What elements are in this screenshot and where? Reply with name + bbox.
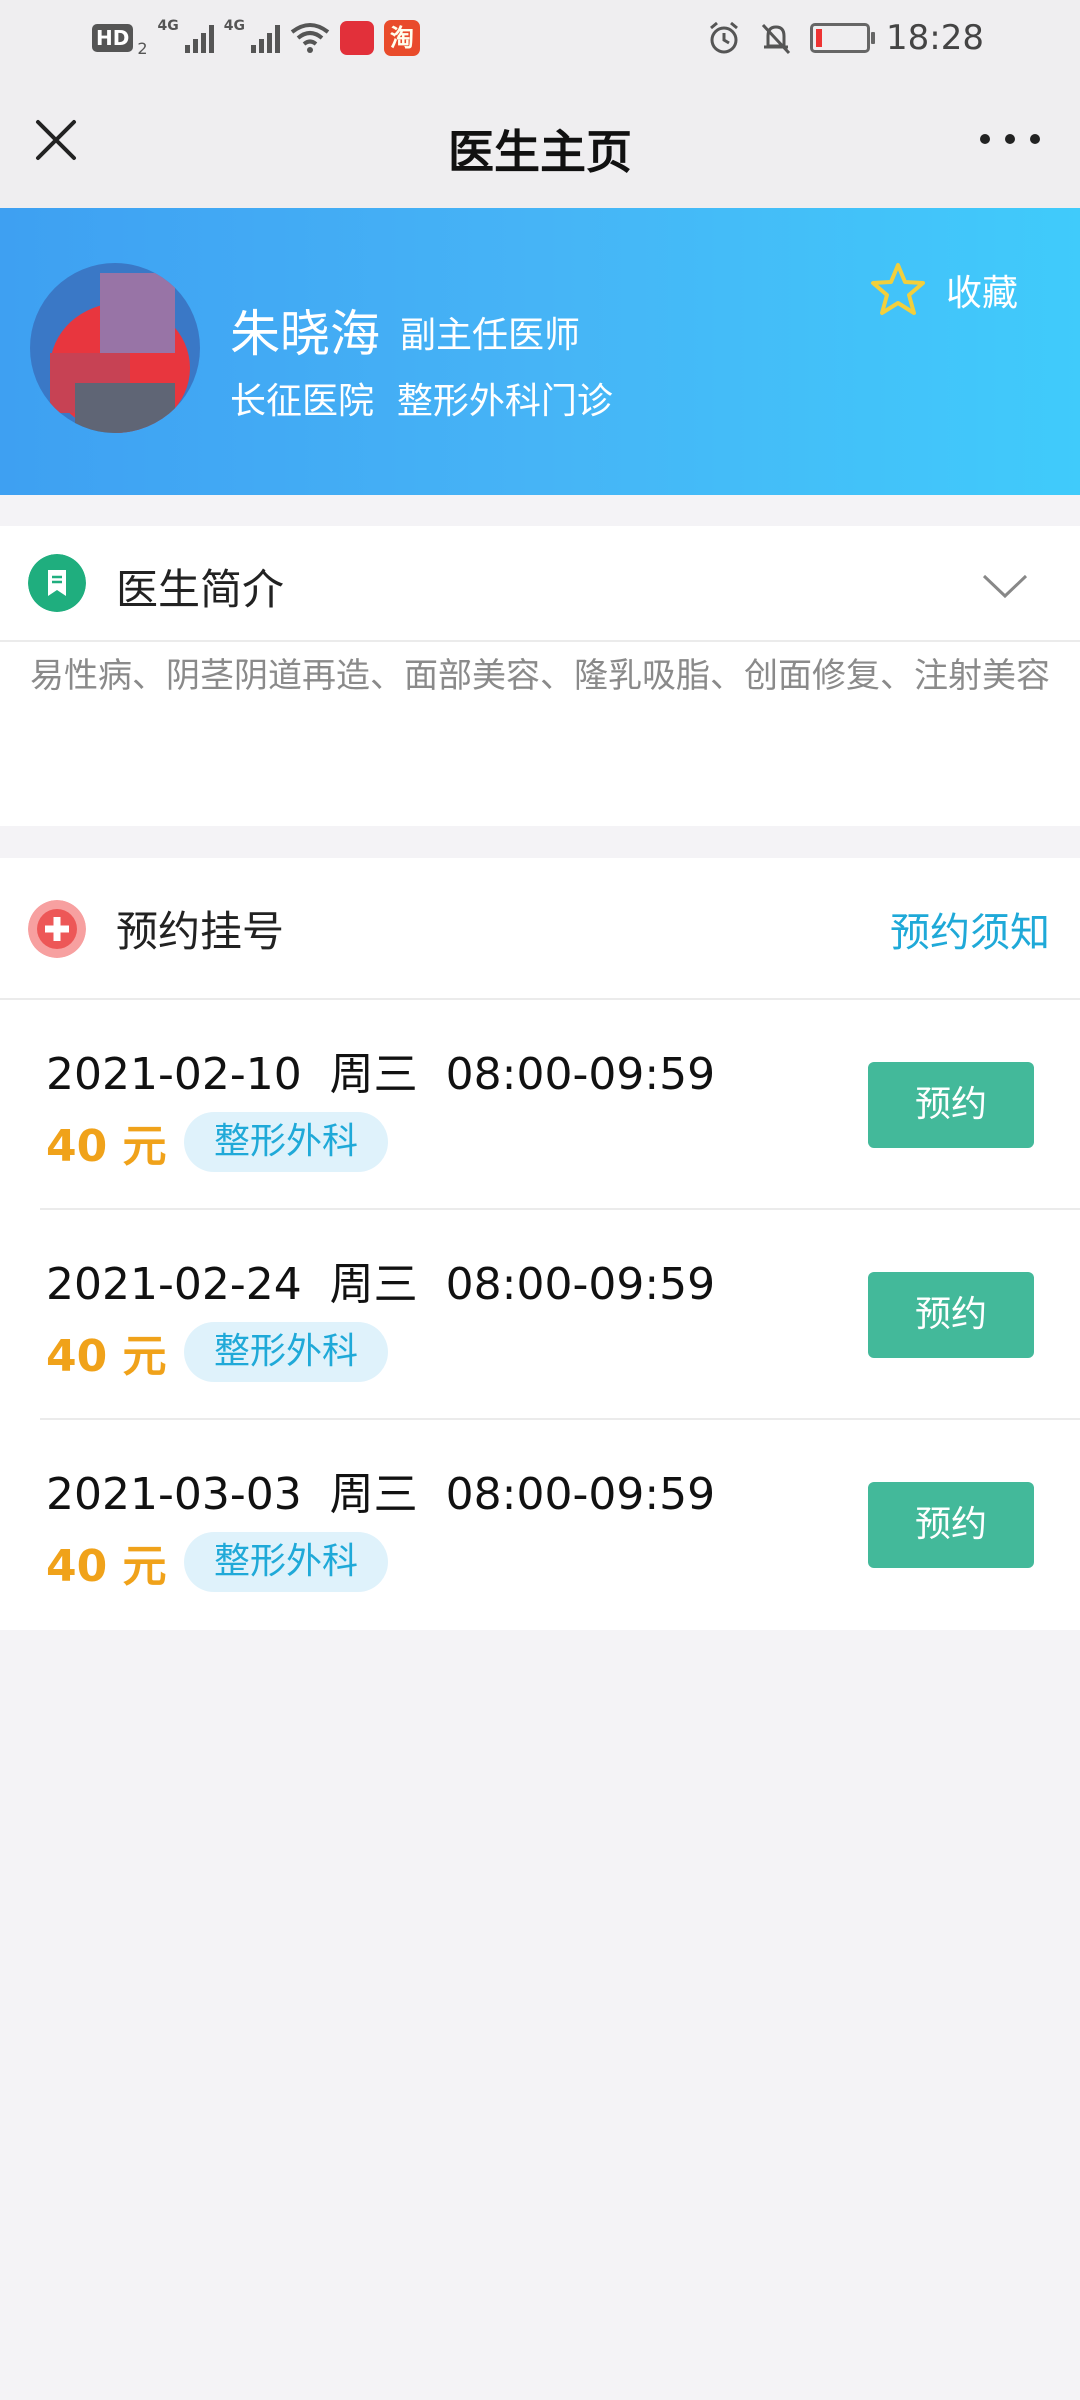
page-title: 医生主页 (448, 125, 632, 179)
star-icon (870, 263, 925, 315)
slot-datetime: 2021-03-03 周三 08:00-09:59 (46, 1469, 716, 1520)
department-name: 整形外科门诊 (396, 381, 613, 422)
mute-bell-icon (761, 23, 791, 55)
favorite-label: 收藏 (945, 273, 1018, 314)
signal-icon (184, 23, 214, 53)
doctor-title: 副主任医师 (400, 315, 581, 356)
status-time: 18:28 (886, 18, 984, 58)
slot-price: 40 元 (46, 1121, 167, 1172)
intro-card: 医生简介 易性病、阴茎阴道再造、面部美容、隆乳吸脂、创面修复、注射美容 (0, 526, 1080, 826)
booking-notice-link[interactable]: 预约须知 (890, 900, 1050, 958)
slot-department-tag: 整形外科 (184, 1112, 389, 1172)
slot-datetime: 2021-02-10 周三 08:00-09:59 (46, 1049, 716, 1100)
status-bar: HD 2 4G 4G 淘 18:28 (0, 0, 1080, 76)
slot-department-tag: 整形外科 (184, 1532, 389, 1592)
app-notification-icon (340, 21, 374, 55)
slot-department-tag: 整形外科 (184, 1322, 389, 1382)
more-icon[interactable] (980, 124, 1040, 154)
signal-icon-2 (251, 23, 280, 53)
battery-icon (810, 23, 876, 53)
doctor-header: 朱晓海 副主任医师 长征医院 整形外科门诊 收藏 (0, 208, 1080, 495)
book-button[interactable]: 预约 (868, 1482, 1034, 1568)
intro-icon (28, 554, 86, 612)
booking-icon (28, 900, 86, 958)
avatar (30, 263, 200, 433)
slot-price: 40 元 (46, 1331, 167, 1382)
doctor-name: 朱晓海 (230, 305, 380, 363)
slot-row: 2021-02-10 周三 08:00-09:59 40 元 整形外科 预约 (0, 1000, 1080, 1210)
chevron-down-icon[interactable] (980, 570, 1030, 600)
doctor-hospital: 长征医院 整形外科门诊 (230, 372, 613, 424)
slot-row: 2021-03-03 周三 08:00-09:59 40 元 整形外科 预约 (0, 1420, 1080, 1630)
intro-title: 医生简介 (116, 565, 285, 614)
status-right-icons: 18:28 (706, 14, 1080, 62)
slot-price: 40 元 (46, 1541, 167, 1592)
network-type-1: 4G (157, 18, 179, 34)
taobao-icon: 淘 (384, 20, 420, 56)
hd-sub: 2 (137, 39, 148, 58)
hd-badge: HD (92, 24, 134, 52)
nav-bar: 医生主页 (0, 76, 1080, 208)
favorite-button[interactable]: 收藏 (868, 260, 1018, 320)
slot-datetime: 2021-02-24 周三 08:00-09:59 (46, 1259, 716, 1310)
booking-card: 预约挂号 预约须知 2021-02-10 周三 08:00-09:59 40 元… (0, 858, 1080, 1630)
slot-row: 2021-02-24 周三 08:00-09:59 40 元 整形外科 预约 (0, 1210, 1080, 1420)
book-button[interactable]: 预约 (868, 1062, 1034, 1148)
book-button[interactable]: 预约 (868, 1272, 1034, 1358)
alarm-icon (710, 21, 738, 54)
wifi-icon (290, 23, 330, 53)
hospital-name: 长征医院 (230, 381, 375, 422)
status-left-icons: HD 2 4G 4G 淘 (92, 18, 420, 58)
booking-title: 预约挂号 (116, 907, 285, 956)
network-type-2: 4G (223, 18, 245, 34)
divider (0, 640, 1080, 642)
intro-text: 易性病、阴茎阴道再造、面部美容、隆乳吸脂、创面修复、注射美容 (30, 656, 1050, 696)
